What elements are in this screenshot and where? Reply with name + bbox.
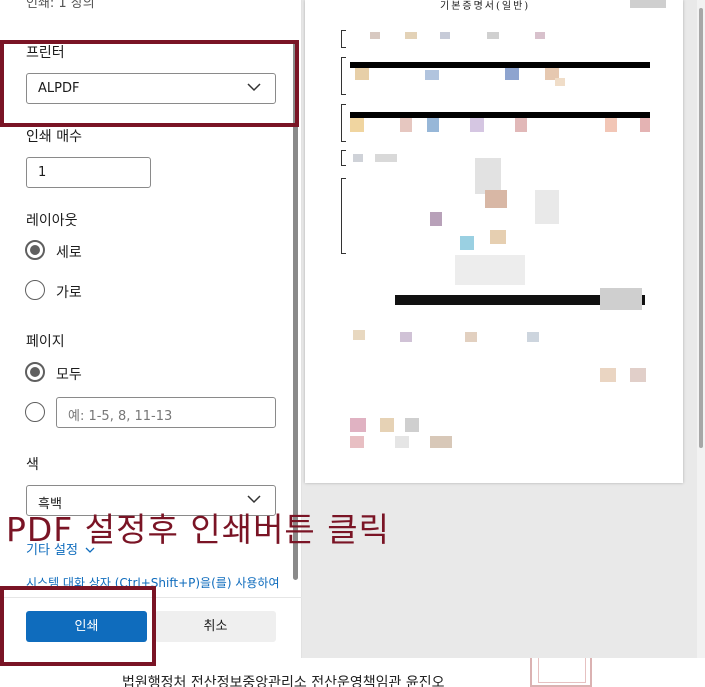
blurred-text: [353, 330, 365, 340]
blurred-text: [600, 288, 642, 310]
blurred-text: [355, 68, 369, 80]
blurred-text: [460, 236, 474, 250]
blurred-text: [455, 255, 525, 285]
print-header-partial: 인쇄: 1 장의: [26, 0, 95, 11]
blurred-text: [430, 436, 452, 448]
blurred-text: [465, 332, 477, 342]
blurred-text: [470, 118, 484, 132]
pages-all-label: 모두: [56, 367, 82, 383]
blurred-text: [353, 154, 363, 162]
preview-corner-mark: [630, 0, 666, 8]
layout-portrait-label: 세로: [56, 245, 82, 261]
blurred-text: [487, 32, 499, 39]
pages-custom-radio[interactable]: [25, 402, 45, 422]
blurred-text: [350, 436, 364, 448]
pages-custom-placeholder: 예: 1-5, 8, 11-13: [68, 409, 173, 424]
blurred-text: [370, 32, 380, 39]
blurred-text: [600, 368, 616, 382]
blurred-text: [395, 436, 409, 448]
preview-bracket: [341, 57, 346, 95]
print-button-highlight-box: [0, 586, 156, 666]
printer-highlight-box: [0, 40, 299, 127]
blurred-text: [527, 332, 539, 342]
blurred-text: [505, 68, 519, 80]
pages-label: 페이지: [26, 334, 65, 350]
blurred-text: [425, 70, 439, 80]
blurred-text: [405, 418, 419, 432]
layout-portrait-radio[interactable]: [25, 240, 45, 260]
preview-bracket: [341, 30, 346, 48]
preview-bracket: [341, 178, 346, 254]
blurred-text: [350, 118, 364, 132]
layout-label: 레이아웃: [26, 213, 78, 229]
blurred-text: [490, 230, 506, 244]
blurred-text: [475, 158, 501, 194]
copies-label: 인쇄 매수: [26, 129, 82, 145]
preview-bracket: [341, 104, 346, 142]
redacted-line: [350, 62, 650, 68]
cancel-button[interactable]: 취소: [155, 611, 276, 642]
layout-landscape-label: 가로: [56, 285, 82, 301]
layout-landscape-radio[interactable]: [25, 280, 45, 300]
blurred-text: [485, 190, 507, 208]
blurred-text: [380, 418, 394, 432]
blurred-text: [515, 118, 527, 132]
blurred-text: [400, 332, 412, 342]
annotation-caption: PDF 설정후 인쇄버튼 클릭: [6, 510, 391, 549]
blurred-text: [535, 32, 545, 39]
blurred-text: [375, 154, 397, 162]
blurred-text: [427, 118, 439, 132]
blurred-text: [430, 212, 442, 226]
pages-custom-input[interactable]: 예: 1-5, 8, 11-13: [56, 397, 276, 428]
blurred-text: [400, 118, 412, 132]
preview-page: 기본증명서(일반): [305, 0, 683, 483]
blurred-text: [350, 418, 366, 432]
blurred-text: [405, 32, 417, 39]
blurred-text: [535, 190, 559, 224]
copies-value: 1: [38, 165, 47, 180]
blurred-text: [440, 32, 450, 39]
blurred-text: [555, 78, 565, 86]
blurred-text: [630, 368, 646, 382]
pages-all-radio[interactable]: [25, 362, 45, 382]
preview-document-title: 기본증명서(일반): [440, 1, 531, 12]
blurred-text: [640, 118, 650, 132]
preview-scrollbar[interactable]: [697, 0, 705, 658]
color-label: 색: [26, 457, 39, 473]
blurred-text: [605, 118, 617, 132]
copies-input[interactable]: 1: [26, 157, 151, 188]
preview-bracket: [341, 150, 346, 166]
background-footer-text: 법원행정처 전산정보중앙관리소 전산운영책임관 윤진오: [122, 675, 445, 687]
